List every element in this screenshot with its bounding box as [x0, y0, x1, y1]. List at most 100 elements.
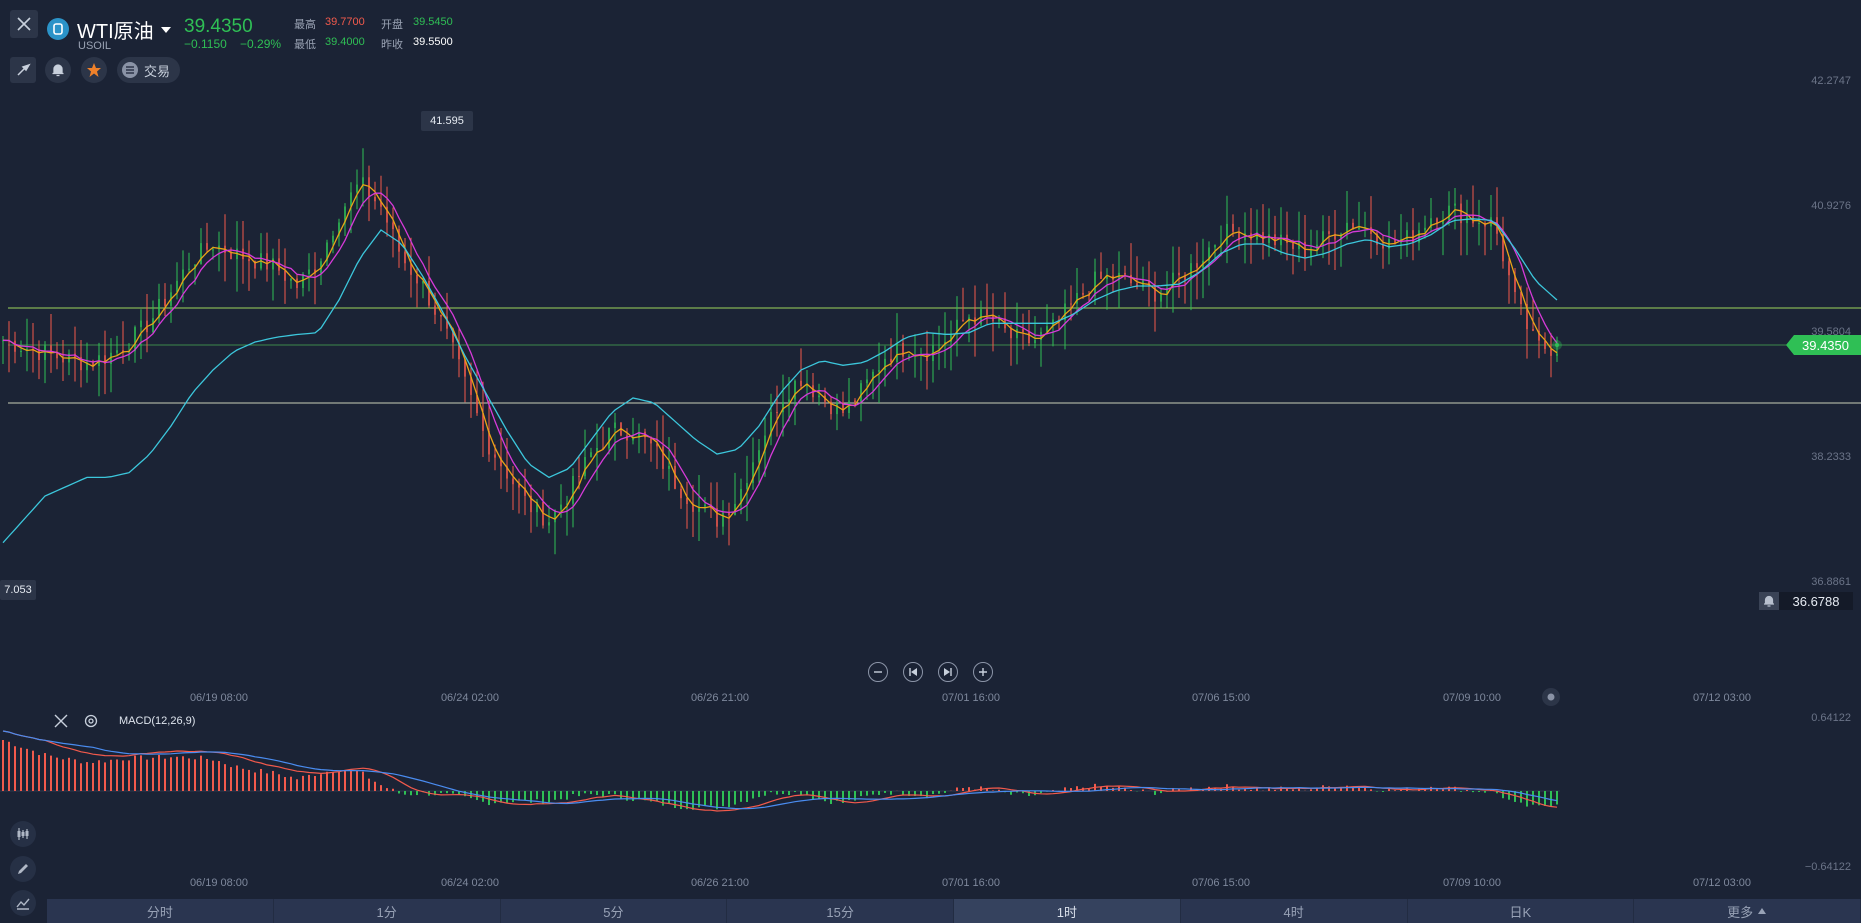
candle-body — [1226, 223, 1228, 245]
y-tick-label: 42.2747 — [1811, 75, 1851, 87]
candle-body — [704, 504, 706, 507]
x-tick-label: 07/12 03:00 — [1692, 692, 1752, 704]
candle-body — [1532, 329, 1534, 331]
candle-body — [1478, 223, 1480, 225]
macd-bar — [674, 791, 676, 809]
macd-label: MACD(12,26,9) — [119, 715, 196, 727]
candle-body — [416, 274, 418, 284]
macd-bar — [1382, 791, 1384, 792]
candle-body — [572, 475, 574, 504]
macd-bar — [1478, 791, 1480, 792]
macd-bar — [206, 758, 208, 791]
drawing-tool-button[interactable] — [10, 856, 36, 882]
macd-bar — [824, 791, 826, 802]
macd-bar — [134, 755, 136, 791]
settings-dot-button[interactable] — [1542, 688, 1560, 706]
indicator-tool-button[interactable] — [10, 821, 36, 847]
candle-body — [512, 478, 514, 485]
macd-bar — [26, 748, 28, 791]
macd-bar — [602, 791, 604, 798]
candle-body — [14, 340, 16, 352]
price-chart[interactable] — [0, 0, 1861, 690]
current-price-tag: 39.4350 — [1786, 335, 1861, 355]
macd-bar — [728, 791, 730, 808]
macd-bar — [758, 791, 760, 798]
line-chart-icon — [16, 898, 30, 910]
macd-y-bottom: −0.64122 — [1804, 861, 1851, 873]
macd-bar — [1460, 791, 1462, 792]
macd-bar — [1376, 791, 1378, 792]
macd-bar — [1334, 788, 1336, 791]
candle-body — [746, 482, 748, 489]
tab-1min[interactable]: 1分 — [274, 899, 501, 923]
macd-bar — [998, 789, 1000, 791]
candle-body — [614, 422, 616, 428]
current-price-dot — [1555, 343, 1559, 347]
candle-body — [1328, 231, 1330, 234]
tab-daily[interactable]: 日K — [1408, 899, 1635, 923]
macd-bar — [1310, 789, 1312, 791]
candle-body — [44, 345, 46, 360]
jump-end-button[interactable] — [938, 662, 958, 682]
tab-15min[interactable]: 15分 — [727, 899, 954, 923]
candle-body — [374, 196, 376, 202]
macd-bar — [740, 791, 742, 802]
macd-x-tick-label: 07/01 16:00 — [941, 877, 1001, 889]
macd-bar — [8, 741, 10, 791]
macd-bar — [1292, 789, 1294, 791]
candle-body — [140, 320, 142, 328]
zoom-in-button[interactable] — [973, 662, 993, 682]
macd-bar — [362, 771, 364, 791]
macd-bar — [170, 757, 172, 791]
candle-body — [560, 504, 562, 510]
macd-bar — [68, 757, 70, 791]
high-price-marker: 41.595 — [421, 111, 473, 131]
candle-body — [860, 383, 862, 403]
macd-bar — [236, 765, 238, 791]
alert-price-tag[interactable]: 36.6788 — [1759, 592, 1853, 610]
candle-body — [548, 522, 550, 526]
macd-bar — [80, 763, 82, 791]
candle-body — [1292, 242, 1294, 249]
tab-1hour[interactable]: 1时 — [954, 899, 1181, 923]
candle-body — [584, 457, 586, 477]
macd-bar — [710, 791, 712, 806]
macd-close-button[interactable] — [53, 713, 69, 729]
candle-body — [758, 450, 760, 463]
candle-body — [986, 309, 988, 315]
zoom-out-button[interactable] — [868, 662, 888, 682]
timeframe-tabbar: 分时 1分 5分 15分 1时 4时 日K 更多 — [47, 899, 1861, 923]
tab-4hour[interactable]: 4时 — [1181, 899, 1408, 923]
jump-start-button[interactable] — [903, 662, 923, 682]
macd-settings-button[interactable] — [83, 713, 99, 729]
candle-body — [1448, 205, 1450, 220]
macd-bar — [386, 788, 388, 791]
macd-bar — [62, 759, 64, 791]
tab-more-label: 更多 — [1727, 904, 1754, 920]
candle-body — [206, 243, 208, 250]
candle-body — [1160, 294, 1162, 302]
macd-bar — [944, 791, 946, 793]
candle-body — [578, 475, 580, 477]
macd-bar — [1484, 791, 1486, 793]
candle-body — [662, 446, 664, 469]
macd-bar — [764, 791, 766, 796]
macd-bar — [314, 776, 316, 791]
tab-timeshare[interactable]: 分时 — [47, 899, 274, 923]
macd-bar — [350, 769, 352, 791]
macd-chart[interactable] — [0, 706, 1861, 876]
macd-bar — [2, 740, 4, 791]
macd-x-tick-label: 06/19 08:00 — [189, 877, 249, 889]
tab-5min[interactable]: 5分 — [501, 899, 728, 923]
macd-bar — [182, 756, 184, 791]
candle-body — [290, 278, 292, 281]
candle-body — [794, 380, 796, 400]
chart-type-button[interactable] — [10, 890, 36, 916]
x-tick-label: 07/09 10:00 — [1442, 692, 1502, 704]
macd-bar — [866, 791, 868, 796]
ma-fast-line — [2, 184, 1558, 520]
tab-more[interactable]: 更多 — [1634, 899, 1861, 923]
macd-bar — [374, 781, 376, 791]
macd-bar — [1250, 789, 1252, 791]
macd-bar — [776, 791, 778, 795]
